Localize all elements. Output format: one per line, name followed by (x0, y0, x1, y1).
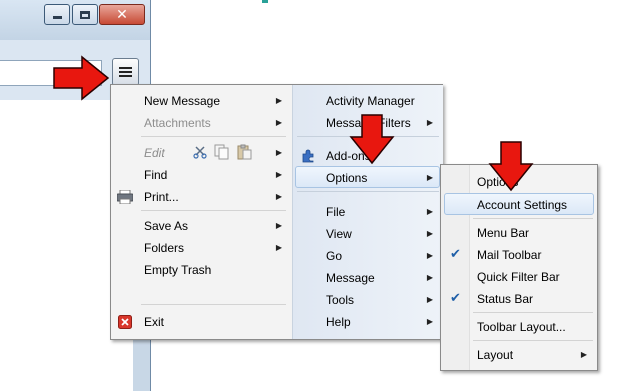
menu-separator (473, 312, 593, 313)
hamburger-icon-bar (119, 71, 132, 73)
submenu-arrow-icon: ▶ (580, 350, 587, 359)
exit-icon (118, 315, 132, 329)
check-icon: ✔ (450, 291, 461, 306)
submenu-arrow-icon: ▶ (426, 229, 433, 238)
menu-item-label: Activity Manager (326, 94, 415, 108)
submenu-arrow-icon: ▶ (426, 251, 433, 260)
paste-icon[interactable] (236, 144, 252, 160)
submenu-arrow-icon: ▶ (426, 273, 433, 282)
menu-item-exit[interactable]: Exit (111, 311, 292, 333)
menu-item-label: File (326, 205, 346, 219)
menu-item-label: New Message (144, 94, 221, 108)
menu-item-file[interactable]: File ▶ (293, 201, 443, 223)
submenu-arrow-icon: ▶ (275, 221, 282, 230)
maximize-icon (80, 10, 90, 19)
menu-item-label: Layout (477, 348, 514, 362)
submenu-item-status-bar[interactable]: ✔ Status Bar (441, 288, 597, 310)
submenu-arrow-icon: ▶ (275, 96, 282, 105)
menu-item-label: Account Settings (477, 198, 568, 212)
menu-item-label: Toolbar Layout... (477, 320, 566, 334)
submenu-item-mail-toolbar[interactable]: ✔ Mail Toolbar (441, 244, 597, 266)
menu-item-save-as[interactable]: Save As ▶ (111, 215, 292, 237)
menu-separator (141, 304, 286, 305)
app-menu-button[interactable] (112, 58, 139, 86)
menu-item-empty-trash[interactable]: Empty Trash (111, 259, 292, 281)
check-icon: ✔ (450, 247, 461, 262)
minimize-button[interactable] (44, 4, 70, 25)
cut-icon[interactable] (193, 145, 207, 159)
submenu-arrow-icon: ▶ (275, 118, 282, 127)
minimize-icon (52, 16, 62, 19)
arrow-down-icon (349, 114, 395, 165)
menu-item-help[interactable]: Help ▶ (293, 311, 443, 333)
menu-item-label: Status Bar (477, 292, 534, 306)
menu-item-options[interactable]: Options ▶ (293, 167, 443, 189)
hamburger-icon-bar (119, 75, 132, 77)
close-icon: ✕ (116, 6, 128, 23)
background-mark (262, 0, 268, 3)
submenu-arrow-icon: ▶ (275, 148, 282, 157)
close-button[interactable]: ✕ (99, 4, 145, 25)
submenu-item-layout[interactable]: Layout ▶ (441, 344, 597, 366)
menu-item-go[interactable]: Go ▶ (293, 245, 443, 267)
menu-separator (141, 136, 286, 137)
menu-item-label: Message (326, 271, 375, 285)
arrow-down-icon (488, 141, 534, 192)
menu-item-label: Print... (144, 190, 179, 204)
menu-item-label: Go (326, 249, 343, 263)
submenu-arrow-icon: ▶ (426, 118, 433, 127)
submenu-arrow-icon: ▶ (275, 170, 282, 179)
hamburger-icon (119, 67, 132, 69)
menu-item-label: Help (326, 315, 351, 329)
submenu-item-account-settings[interactable]: Account Settings (441, 194, 597, 216)
copy-icon[interactable] (214, 144, 230, 160)
menu-separator (473, 340, 593, 341)
menu-item-label: Options (326, 171, 368, 185)
submenu-item-quick-filter-bar[interactable]: Quick Filter Bar (441, 266, 597, 288)
options-submenu: Options Account Settings Menu Bar ✔ Mail… (440, 164, 598, 371)
maximize-button[interactable] (72, 4, 98, 25)
submenu-item-toolbar-layout[interactable]: Toolbar Layout... (441, 316, 597, 338)
menu-item-label: Menu Bar (477, 226, 530, 240)
menu-item-view[interactable]: View ▶ (293, 223, 443, 245)
arrow-right-icon (53, 55, 110, 101)
submenu-arrow-icon: ▶ (426, 207, 433, 216)
menu-item-label: Quick Filter Bar (477, 270, 560, 284)
submenu-arrow-icon: ▶ (426, 295, 433, 304)
menu-item-label: Find (144, 168, 168, 182)
submenu-arrow-icon: ▶ (426, 173, 433, 182)
puzzle-icon (302, 149, 314, 163)
menu-item-label: Edit (144, 146, 165, 160)
submenu-item-menu-bar[interactable]: Menu Bar (441, 222, 597, 244)
menu-item-tools[interactable]: Tools ▶ (293, 289, 443, 311)
menu-item-label: Folders (144, 241, 185, 255)
menu-item-label: Save As (144, 219, 189, 233)
menu-item-new-message[interactable]: New Message ▶ (111, 90, 292, 112)
menu-item-activity-manager[interactable]: Activity Manager (293, 90, 443, 112)
menu-item-label: View (326, 227, 352, 241)
submenu-arrow-icon: ▶ (275, 192, 282, 201)
menu-item-attachments: Attachments ▶ (111, 112, 292, 134)
menu-separator (297, 191, 439, 192)
menu-item-label: Tools (326, 293, 355, 307)
submenu-arrow-icon: ▶ (275, 243, 282, 252)
menu-item-folders[interactable]: Folders ▶ (111, 237, 292, 259)
menu-item-message[interactable]: Message ▶ (293, 267, 443, 289)
menu-item-label: Exit (144, 315, 165, 329)
menu-item-print[interactable]: Print... ▶ (111, 186, 292, 208)
menu-separator (473, 218, 593, 219)
menu-item-label: Mail Toolbar (477, 248, 542, 262)
menu-item-label: Empty Trash (144, 263, 212, 277)
menu-item-find[interactable]: Find ▶ (111, 164, 292, 186)
app-menu-left-column: New Message ▶ Attachments ▶ Edit ▶ Find … (111, 85, 292, 339)
menu-separator (141, 210, 286, 211)
submenu-arrow-icon: ▶ (426, 317, 433, 326)
menu-item-label: Attachments (144, 116, 211, 130)
printer-icon (117, 190, 133, 204)
